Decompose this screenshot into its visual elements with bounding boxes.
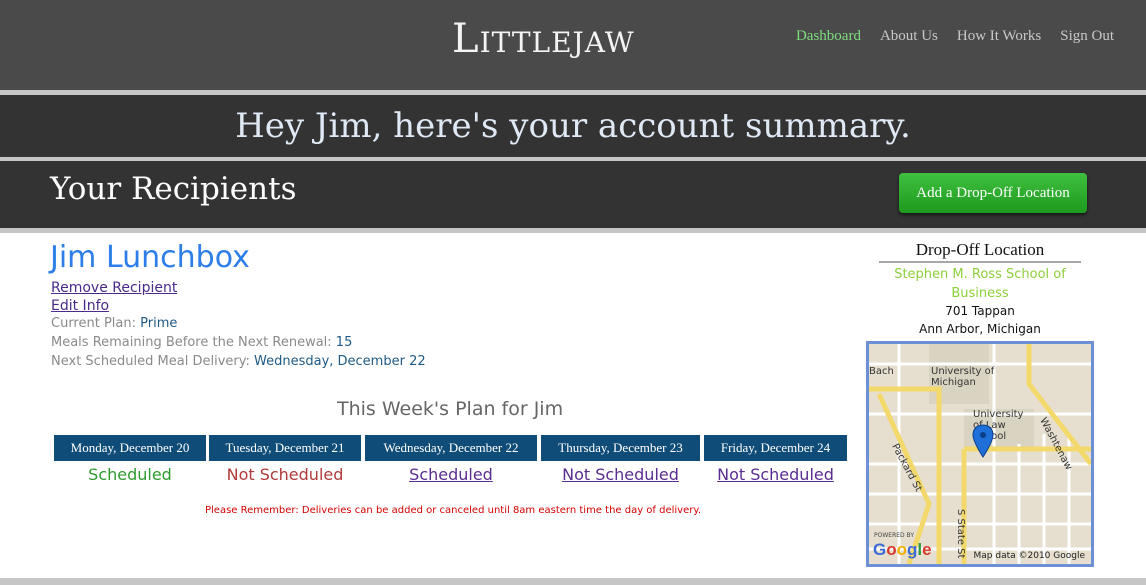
day-header-monday: Monday, December 20 — [54, 435, 206, 461]
add-dropoff-location-button[interactable]: Add a Drop-Off Location — [899, 173, 1087, 213]
divider — [0, 228, 1146, 233]
page-title: Hey Jim, here's your account summary. — [235, 106, 911, 146]
current-plan-row: Current Plan: Prime — [51, 316, 177, 331]
dropoff-city: Ann Arbor, Michigan — [919, 322, 1041, 336]
next-delivery-label: Next Scheduled Meal Delivery: — [51, 354, 250, 369]
remove-recipient-link[interactable]: Remove Recipient — [51, 280, 177, 296]
map-label-state-st: S State St — [955, 509, 966, 559]
current-plan-value: Prime — [140, 316, 178, 331]
nav-about-us[interactable]: About Us — [880, 28, 938, 45]
main-nav: Dashboard About Us How It Works Sign Out — [796, 28, 1114, 45]
powered-by-text: POWERED BY — [874, 532, 915, 539]
map-label-bach: Bach — [869, 366, 894, 377]
meals-remaining-row: Meals Remaining Before the Next Renewal:… — [51, 335, 352, 350]
meals-remaining-value: 15 — [335, 335, 353, 350]
meals-remaining-label: Meals Remaining Before the Next Renewal: — [51, 335, 332, 350]
next-delivery-value: Wednesday, December 22 — [254, 354, 426, 369]
week-plan-title: This Week's Plan for Jim — [337, 398, 564, 420]
dropoff-title: Drop-Off Location — [879, 240, 1081, 263]
nav-dashboard[interactable]: Dashboard — [796, 28, 861, 45]
day-header-friday: Friday, December 24 — [704, 435, 847, 461]
status-friday-link[interactable]: Not Scheduled — [704, 465, 847, 484]
status-wednesday-link[interactable]: Scheduled — [365, 465, 537, 484]
dropoff-street: 701 Tappan — [945, 304, 1015, 318]
day-header-wednesday: Wednesday, December 22 — [365, 435, 537, 461]
top-header: Littlejaw Dashboard About Us How It Work… — [0, 0, 1146, 90]
next-delivery-row: Next Scheduled Meal Delivery: Wednesday,… — [51, 354, 426, 369]
status-tuesday: Not Scheduled — [226, 465, 344, 484]
day-header-thursday: Thursday, December 23 — [541, 435, 700, 461]
status-monday: Scheduled — [88, 465, 172, 484]
nav-how-it-works[interactable]: How It Works — [957, 28, 1041, 45]
nav-sign-out[interactable]: Sign Out — [1060, 28, 1114, 45]
map-attribution: Map data ©2010 Google — [973, 551, 1086, 561]
current-plan-label: Current Plan: — [51, 316, 136, 331]
day-header-tuesday: Tuesday, December 21 — [209, 435, 361, 461]
recipients-title: Your Recipients — [50, 171, 297, 207]
dropoff-map[interactable]: Bach University of Michigan University o… — [866, 341, 1094, 567]
site-logo[interactable]: Littlejaw — [452, 16, 635, 62]
delivery-reminder: Please Remember: Deliveries can be added… — [205, 505, 702, 516]
google-logo: Google — [873, 540, 932, 559]
footer-divider — [0, 578, 1146, 585]
map-pin-icon[interactable] — [972, 424, 994, 458]
summary-banner: Hey Jim, here's your account summary. — [0, 95, 1146, 157]
dropoff-place: Stephen M. Ross School of Business — [894, 267, 1066, 301]
recipient-name: Jim Lunchbox — [50, 240, 250, 275]
map-label-university: University of Michigan — [931, 366, 995, 388]
edit-info-link[interactable]: Edit Info — [51, 298, 109, 314]
status-thursday-link[interactable]: Not Scheduled — [541, 465, 700, 484]
